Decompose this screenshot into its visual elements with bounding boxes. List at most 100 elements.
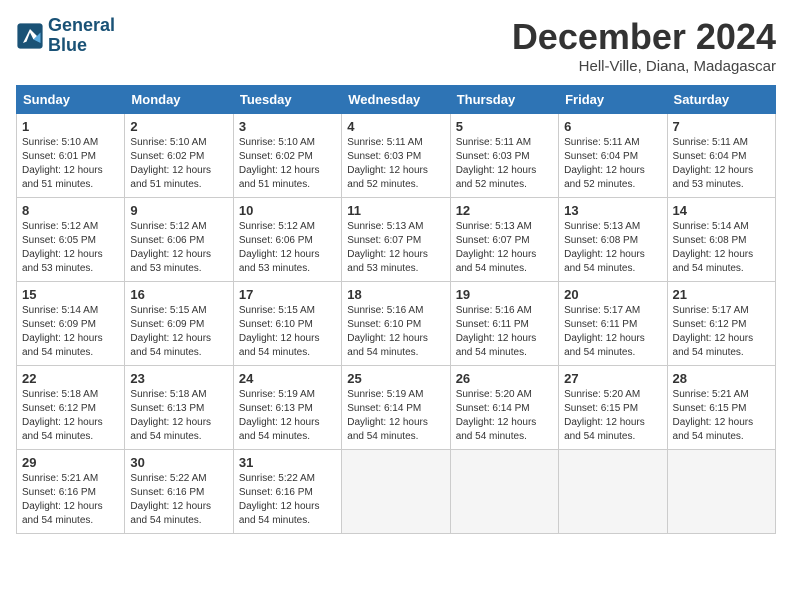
day-info: Sunrise: 5:15 AM Sunset: 6:10 PM Dayligh… — [239, 304, 336, 360]
day-number: 15 — [22, 287, 119, 302]
day-number: 22 — [22, 371, 119, 386]
day-info: Sunrise: 5:16 AM Sunset: 6:10 PM Dayligh… — [347, 304, 444, 360]
day-info: Sunrise: 5:18 AM Sunset: 6:12 PM Dayligh… — [22, 388, 119, 444]
day-header-saturday: Saturday — [667, 86, 775, 114]
day-info: Sunrise: 5:20 AM Sunset: 6:14 PM Dayligh… — [456, 388, 553, 444]
calendar-table: SundayMondayTuesdayWednesdayThursdayFrid… — [16, 85, 776, 534]
day-info: Sunrise: 5:14 AM Sunset: 6:09 PM Dayligh… — [22, 304, 119, 360]
day-header-thursday: Thursday — [450, 86, 558, 114]
day-cell — [342, 450, 450, 534]
day-number: 8 — [22, 203, 119, 218]
day-info: Sunrise: 5:12 AM Sunset: 6:05 PM Dayligh… — [22, 220, 119, 276]
day-header-friday: Friday — [559, 86, 667, 114]
day-number: 2 — [130, 119, 227, 134]
day-info: Sunrise: 5:17 AM Sunset: 6:12 PM Dayligh… — [673, 304, 770, 360]
day-info: Sunrise: 5:12 AM Sunset: 6:06 PM Dayligh… — [130, 220, 227, 276]
day-number: 25 — [347, 371, 444, 386]
day-info: Sunrise: 5:11 AM Sunset: 6:03 PM Dayligh… — [347, 136, 444, 192]
day-cell: 24 Sunrise: 5:19 AM Sunset: 6:13 PM Dayli… — [233, 366, 341, 450]
day-number: 18 — [347, 287, 444, 302]
day-cell: 25Sunrise: 5:19 AM Sunset: 6:14 PM Dayli… — [342, 366, 450, 450]
day-cell: 13 Sunrise: 5:13 AM Sunset: 6:08 PM Dayli… — [559, 198, 667, 282]
day-info: Sunrise: 5:16 AM Sunset: 6:11 PM Dayligh… — [456, 304, 553, 360]
day-info: Sunrise: 5:17 AM Sunset: 6:11 PM Dayligh… — [564, 304, 661, 360]
day-cell: 9 Sunrise: 5:12 AM Sunset: 6:06 PM Daylig… — [125, 198, 233, 282]
day-cell: 6Sunrise: 5:11 AM Sunset: 6:04 PM Daylig… — [559, 114, 667, 198]
day-cell: 12 Sunrise: 5:13 AM Sunset: 6:07 PM Dayli… — [450, 198, 558, 282]
week-row-2: 8 Sunrise: 5:12 AM Sunset: 6:05 PM Daylig… — [17, 198, 776, 282]
day-cell: 11 Sunrise: 5:13 AM Sunset: 6:07 PM Dayli… — [342, 198, 450, 282]
day-number: 21 — [673, 287, 770, 302]
day-number: 12 — [456, 203, 553, 218]
day-number: 10 — [239, 203, 336, 218]
day-cell: 2Sunrise: 5:10 AM Sunset: 6:02 PM Daylig… — [125, 114, 233, 198]
day-info: Sunrise: 5:22 AM Sunset: 6:16 PM Dayligh… — [239, 472, 336, 528]
day-cell: 3 Sunrise: 5:10 AM Sunset: 6:02 PM Daylig… — [233, 114, 341, 198]
day-cell: 29 Sunrise: 5:21 AM Sunset: 6:16 PM Dayli… — [17, 450, 125, 534]
days-header-row: SundayMondayTuesdayWednesdayThursdayFrid… — [17, 86, 776, 114]
week-row-5: 29 Sunrise: 5:21 AM Sunset: 6:16 PM Dayli… — [17, 450, 776, 534]
day-number: 1 — [22, 119, 119, 134]
day-info: Sunrise: 5:11 AM Sunset: 6:04 PM Dayligh… — [673, 136, 770, 192]
day-info: Sunrise: 5:11 AM Sunset: 6:04 PM Dayligh… — [564, 136, 661, 192]
day-info: Sunrise: 5:10 AM Sunset: 6:02 PM Dayligh… — [239, 136, 336, 192]
day-header-monday: Monday — [125, 86, 233, 114]
day-cell: 4 Sunrise: 5:11 AM Sunset: 6:03 PM Daylig… — [342, 114, 450, 198]
day-info: Sunrise: 5:15 AM Sunset: 6:09 PM Dayligh… — [130, 304, 227, 360]
day-number: 24 — [239, 371, 336, 386]
day-cell: 23 Sunrise: 5:18 AM Sunset: 6:13 PM Dayli… — [125, 366, 233, 450]
day-number: 30 — [130, 455, 227, 470]
week-row-1: 1Sunrise: 5:10 AM Sunset: 6:01 PM Daylig… — [17, 114, 776, 198]
day-cell: 10 Sunrise: 5:12 AM Sunset: 6:06 PM Dayli… — [233, 198, 341, 282]
day-number: 11 — [347, 203, 444, 218]
day-number: 20 — [564, 287, 661, 302]
day-info: Sunrise: 5:21 AM Sunset: 6:16 PM Dayligh… — [22, 472, 119, 528]
day-number: 26 — [456, 371, 553, 386]
day-cell: 27 Sunrise: 5:20 AM Sunset: 6:15 PM Dayli… — [559, 366, 667, 450]
day-cell: 28Sunrise: 5:21 AM Sunset: 6:15 PM Dayli… — [667, 366, 775, 450]
day-number: 5 — [456, 119, 553, 134]
day-number: 9 — [130, 203, 227, 218]
day-cell: 8 Sunrise: 5:12 AM Sunset: 6:05 PM Daylig… — [17, 198, 125, 282]
day-info: Sunrise: 5:14 AM Sunset: 6:08 PM Dayligh… — [673, 220, 770, 276]
day-number: 27 — [564, 371, 661, 386]
day-header-sunday: Sunday — [17, 86, 125, 114]
day-info: Sunrise: 5:19 AM Sunset: 6:13 PM Dayligh… — [239, 388, 336, 444]
day-number: 23 — [130, 371, 227, 386]
day-info: Sunrise: 5:12 AM Sunset: 6:06 PM Dayligh… — [239, 220, 336, 276]
logo-text: General Blue — [48, 16, 115, 56]
day-info: Sunrise: 5:18 AM Sunset: 6:13 PM Dayligh… — [130, 388, 227, 444]
day-number: 13 — [564, 203, 661, 218]
day-number: 3 — [239, 119, 336, 134]
title-area: December 2024 Hell-Ville, Diana, Madagas… — [512, 16, 776, 75]
location: Hell-Ville, Diana, Madagascar — [512, 58, 776, 75]
header: General Blue December 2024 Hell-Ville, D… — [16, 16, 776, 75]
day-cell: 20 Sunrise: 5:17 AM Sunset: 6:11 PM Dayli… — [559, 282, 667, 366]
day-cell: 1Sunrise: 5:10 AM Sunset: 6:01 PM Daylig… — [17, 114, 125, 198]
day-info: Sunrise: 5:13 AM Sunset: 6:07 PM Dayligh… — [456, 220, 553, 276]
day-cell: 19 Sunrise: 5:16 AM Sunset: 6:11 PM Dayli… — [450, 282, 558, 366]
month-title: December 2024 — [512, 16, 776, 58]
day-cell — [559, 450, 667, 534]
day-cell: 5 Sunrise: 5:11 AM Sunset: 6:03 PM Daylig… — [450, 114, 558, 198]
day-info: Sunrise: 5:11 AM Sunset: 6:03 PM Dayligh… — [456, 136, 553, 192]
day-info: Sunrise: 5:13 AM Sunset: 6:08 PM Dayligh… — [564, 220, 661, 276]
day-cell: 31Sunrise: 5:22 AM Sunset: 6:16 PM Dayli… — [233, 450, 341, 534]
day-cell: 16 Sunrise: 5:15 AM Sunset: 6:09 PM Dayli… — [125, 282, 233, 366]
day-info: Sunrise: 5:21 AM Sunset: 6:15 PM Dayligh… — [673, 388, 770, 444]
day-number: 4 — [347, 119, 444, 134]
day-info: Sunrise: 5:13 AM Sunset: 6:07 PM Dayligh… — [347, 220, 444, 276]
day-number: 19 — [456, 287, 553, 302]
day-cell: 14Sunrise: 5:14 AM Sunset: 6:08 PM Dayli… — [667, 198, 775, 282]
day-cell: 21 Sunrise: 5:17 AM Sunset: 6:12 PM Dayli… — [667, 282, 775, 366]
day-cell: 17 Sunrise: 5:15 AM Sunset: 6:10 PM Dayli… — [233, 282, 341, 366]
day-header-wednesday: Wednesday — [342, 86, 450, 114]
day-info: Sunrise: 5:20 AM Sunset: 6:15 PM Dayligh… — [564, 388, 661, 444]
day-cell: 30Sunrise: 5:22 AM Sunset: 6:16 PM Dayli… — [125, 450, 233, 534]
day-cell: 22 Sunrise: 5:18 AM Sunset: 6:12 PM Dayli… — [17, 366, 125, 450]
logo: General Blue — [16, 16, 115, 56]
day-cell: 15 Sunrise: 5:14 AM Sunset: 6:09 PM Dayli… — [17, 282, 125, 366]
day-number: 29 — [22, 455, 119, 470]
day-number: 17 — [239, 287, 336, 302]
day-number: 16 — [130, 287, 227, 302]
